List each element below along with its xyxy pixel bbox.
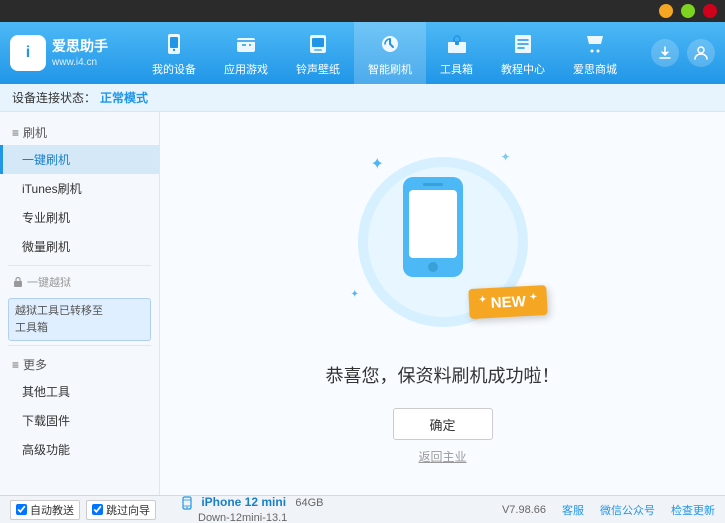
nav-item-ringtones[interactable]: 铃声壁纸 [282,22,354,85]
sidebar-item-advanced[interactable]: 高级功能 [0,435,159,464]
title-bar [0,0,725,22]
wechat-link[interactable]: 微信公众号 [600,502,655,518]
sparkle-2-icon: ✦ [500,150,510,164]
more-section-icon: ≡ [12,358,19,372]
success-message: 恭喜您，保资料刷机成功啦！ [326,362,560,388]
nav-label-toolbox: 工具箱 [440,61,473,77]
sparkle-1-icon: ✦ [371,154,384,174]
sparkle-3-icon: ✦ [351,289,359,300]
sidebar-divider-2 [8,345,151,346]
sidebar-section-flash: ≡ 刷机 [0,118,159,145]
status-value: 正常模式 [100,89,148,106]
nav-label-my-device: 我的设备 [152,61,196,77]
flash-section-label: 刷机 [23,124,47,141]
back-link[interactable]: 返回主业 [418,448,466,465]
sidebar-item-other-tools[interactable]: 其他工具 [0,377,159,406]
bottom-checkboxes: 自动教送 跳过向导 [10,500,170,520]
main-layout: ≡ 刷机 一键刷机 iTunes刷机 专业刷机 微量刷机 一键越狱 越 [0,112,725,495]
nav-item-smart-flash[interactable]: 智能刷机 [354,22,426,85]
tutorial-icon [509,30,537,58]
nav-label-ringtones: 铃声壁纸 [296,61,340,77]
support-link[interactable]: 客服 [562,502,584,518]
status-bar: 设备连接状态： 正常模式 [0,84,725,112]
nav-bar: 我的设备 应用游戏 铃声壁纸 智能刷机 [128,22,641,85]
sidebar-locked-jailbreak: 一键越狱 [0,270,159,294]
nav-item-my-device[interactable]: 我的设备 [138,22,210,85]
version-label: V7.98.66 [502,504,546,516]
close-button[interactable] [703,4,717,18]
logo-icon: i [10,35,46,71]
sidebar-note-jailbreak: 越狱工具已转移至工具箱 [8,298,151,341]
auto-send-label: 自动教送 [30,502,74,518]
shop-icon [581,30,609,58]
sidebar-item-download-firmware[interactable]: 下载固件 [0,406,159,435]
device-name: iPhone 12 mini [201,495,286,509]
bottom-area: 自动教送 跳过向导 iPhone 12 mini 64GB Down-12min… [0,495,725,523]
brand-name: 爱思助手 [52,37,108,55]
device-icon [180,496,194,510]
sidebar-item-micro-flash[interactable]: 微量刷机 [0,232,159,261]
auto-send-checkbox[interactable]: 自动教送 [10,500,80,520]
header-right [651,39,715,67]
nav-item-apps-games[interactable]: 应用游戏 [210,22,282,85]
nav-label-apps-games: 应用游戏 [224,61,268,77]
sidebar-section-more: ≡ 更多 [0,350,159,377]
nav-item-shop[interactable]: 爱思商城 [559,22,631,85]
sidebar-divider-1 [8,265,151,266]
flash-section-icon: ≡ [12,126,19,140]
smart-flash-icon [376,30,404,58]
user-button[interactable] [687,39,715,67]
skip-wizard-label: 跳过向导 [106,502,150,518]
ringtones-icon [304,30,332,58]
nav-label-tutorial: 教程中心 [501,61,545,77]
nav-label-smart-flash: 智能刷机 [368,61,412,77]
download-button[interactable] [651,39,679,67]
auto-send-input[interactable] [16,504,27,515]
brand-url: www.i4.cn [52,56,108,69]
header: i 爱思助手 www.i4.cn 我的设备 应用游戏 [0,22,725,84]
bottom-bar: 自动教送 跳过向导 iPhone 12 mini 64GB Down-12min… [0,495,725,523]
minimize-button[interactable] [659,4,673,18]
skip-wizard-input[interactable] [92,504,103,515]
more-section-label: 更多 [23,356,47,373]
nav-label-shop: 爱思商城 [573,61,617,77]
logo-text: 爱思助手 www.i4.cn [52,37,108,68]
my-device-icon [160,30,188,58]
device-storage: 64GB [295,497,323,509]
sidebar: ≡ 刷机 一键刷机 iTunes刷机 专业刷机 微量刷机 一键越狱 越 [0,112,160,495]
maximize-button[interactable] [681,4,695,18]
toolbox-icon [443,30,471,58]
jailbreak-label: 一键越狱 [27,274,71,290]
nav-item-tutorial[interactable]: 教程中心 [487,22,559,85]
update-link[interactable]: 检查更新 [671,502,715,518]
skip-wizard-checkbox[interactable]: 跳过向导 [86,500,156,520]
content-area: ✦ NEW ✦ ✦ ✦ ✦ 恭喜您，保资料刷机成功啦！ 确定 返回主业 [160,112,725,495]
status-label: 设备连接状态： [12,89,96,106]
device-firmware: Down-12mini-13.1 [198,512,287,523]
sidebar-item-itunes-flash[interactable]: iTunes刷机 [0,174,159,203]
apps-games-icon [232,30,260,58]
device-info: iPhone 12 mini 64GB Down-12mini-13.1 [170,495,502,523]
bottom-right: V7.98.66 客服 微信公众号 检查更新 [502,502,715,518]
logo-area: i 爱思助手 www.i4.cn [10,35,108,71]
success-illustration: ✦ NEW ✦ ✦ ✦ ✦ [343,142,543,342]
nav-item-toolbox[interactable]: 工具箱 [426,22,487,85]
sidebar-item-one-click-flash[interactable]: 一键刷机 [0,145,159,174]
new-badge: ✦ NEW ✦ [468,285,548,319]
sidebar-item-pro-flash[interactable]: 专业刷机 [0,203,159,232]
confirm-button[interactable]: 确定 [393,408,493,440]
